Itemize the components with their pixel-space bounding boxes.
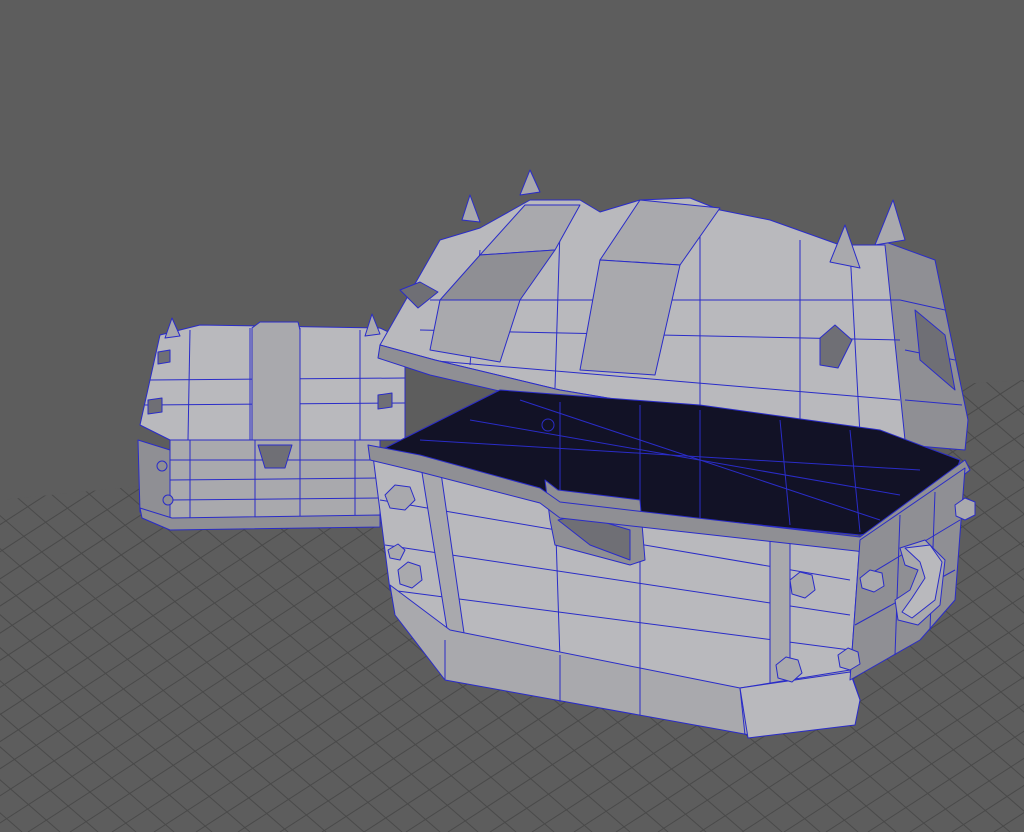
3d-viewport[interactable]	[0, 0, 1024, 832]
small-chest[interactable]	[137, 313, 406, 531]
small-chest-stud-icon	[157, 349, 171, 365]
small-chest-stud-icon	[377, 392, 393, 410]
grid-line	[983, 379, 1024, 416]
grid-line	[993, 812, 1024, 832]
small-chest-strap	[251, 321, 301, 441]
small-chest-stud-icon	[147, 397, 163, 415]
large-chest[interactable]	[367, 169, 976, 739]
small-chest-bolt-icon	[156, 460, 168, 472]
viewport-canvas[interactable]	[0, 0, 1024, 832]
small-chest-bolt-icon	[162, 494, 174, 506]
